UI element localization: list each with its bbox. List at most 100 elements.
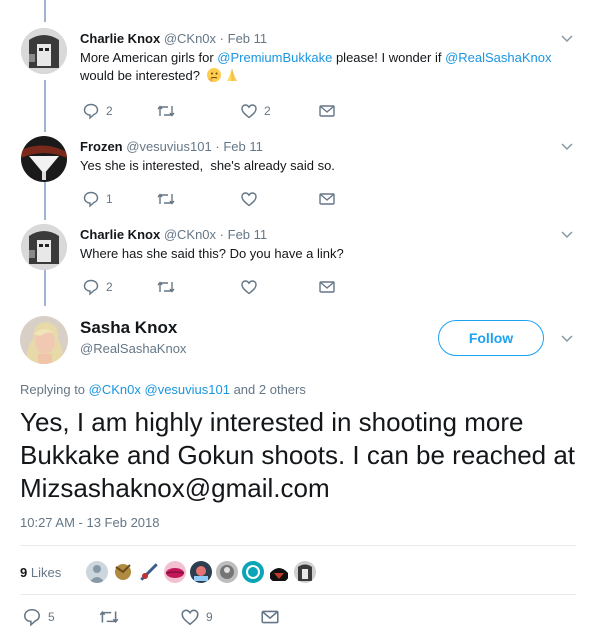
user-handle[interactable]: @CKn0x <box>164 31 216 46</box>
retweet-icon <box>157 281 175 293</box>
text-segment: please! I wonder if <box>332 50 446 65</box>
display-name[interactable]: Charlie Knox <box>80 31 160 46</box>
direct-message-button[interactable] <box>318 278 336 296</box>
likes-row: 9 Likes <box>20 560 320 584</box>
thinking-face-emoji <box>206 67 222 88</box>
likes-label: Likes <box>30 564 62 580</box>
reply-button[interactable]: 2 <box>82 102 113 120</box>
tweet-text: More American girls for @PremiumBukkake … <box>80 49 568 88</box>
user-handle[interactable]: @vesuvius101 <box>126 139 211 154</box>
reply-tweet[interactable]: Frozen @vesuvius101 · Feb 11 Yes she is … <box>0 136 592 216</box>
tweet-date[interactable]: Feb 11 <box>228 227 268 242</box>
like-icon <box>241 192 257 207</box>
tweet-text: Where has she said this? Do you have a l… <box>80 246 344 261</box>
like-button[interactable] <box>240 190 258 208</box>
reply-tweet[interactable]: Charlie Knox @CKn0x · Feb 11 More Americ… <box>0 28 592 128</box>
retweet-button[interactable] <box>156 102 176 120</box>
follow-button[interactable]: Follow <box>438 320 544 356</box>
thread-line <box>44 0 46 22</box>
retweet-icon <box>157 193 175 205</box>
liker-avatar[interactable] <box>138 561 160 583</box>
user-handle[interactable]: @CKn0x <box>164 227 216 242</box>
liker-avatar[interactable] <box>190 561 212 583</box>
chevron-down-icon[interactable] <box>560 230 574 240</box>
separator: · <box>219 31 224 46</box>
like-count: 9 <box>206 610 213 624</box>
mention-link[interactable]: @RealSashaKnox <box>445 50 551 65</box>
dm-icon <box>319 281 335 293</box>
text-segment: would be interested? <box>80 68 200 83</box>
main-display-name[interactable]: Sasha Knox <box>80 318 177 338</box>
like-button[interactable]: 9 <box>180 608 213 626</box>
tweet-header: Charlie Knox @CKn0x · Feb 11 <box>80 226 568 243</box>
separator: · <box>215 139 220 154</box>
praying-hands-emoji <box>224 67 240 88</box>
direct-message-button[interactable] <box>318 102 336 120</box>
reply-button[interactable]: 1 <box>82 190 113 208</box>
replying-prefix: Replying to <box>20 382 89 397</box>
liker-avatar[interactable] <box>294 561 316 583</box>
like-icon <box>241 280 257 295</box>
retweet-button[interactable] <box>156 190 176 208</box>
tweet-date[interactable]: Feb 11 <box>223 139 263 154</box>
reply-icon <box>83 279 99 296</box>
mention-link[interactable]: @CKn0x <box>89 382 141 397</box>
avatar[interactable] <box>21 136 67 182</box>
main-avatar[interactable] <box>20 316 68 364</box>
replying-suffix[interactable]: and 2 others <box>230 382 306 397</box>
chevron-down-icon[interactable] <box>560 142 574 152</box>
retweet-button[interactable] <box>98 608 120 626</box>
main-tweet-text: Yes, I am highly interested in shooting … <box>20 407 576 503</box>
reply-icon <box>83 191 99 208</box>
reply-button[interactable]: 5 <box>22 608 55 627</box>
chevron-down-icon[interactable] <box>560 34 574 44</box>
reply-button[interactable]: 2 <box>82 278 113 296</box>
display-name[interactable]: Charlie Knox <box>80 227 160 242</box>
display-name[interactable]: Frozen <box>80 139 123 154</box>
tweet-text: Yes she is interested, she's already sai… <box>80 158 335 173</box>
mention-link[interactable]: @vesuvius101 <box>145 382 230 397</box>
liker-avatar[interactable] <box>164 561 186 583</box>
reply-icon <box>83 103 99 120</box>
reply-count: 2 <box>106 280 113 294</box>
tweet-header: Charlie Knox @CKn0x · Feb 11 <box>80 30 568 47</box>
liker-avatar[interactable] <box>112 561 134 583</box>
tweet-timestamp[interactable]: 10:27 AM - 13 Feb 2018 <box>20 515 159 530</box>
chevron-down-icon[interactable] <box>560 334 574 344</box>
main-user-handle[interactable]: @RealSashaKnox <box>80 341 186 356</box>
reply-tweet[interactable]: Charlie Knox @CKn0x · Feb 11 Where has s… <box>0 224 592 304</box>
tweet-header: Frozen @vesuvius101 · Feb 11 <box>80 138 568 155</box>
like-icon <box>241 104 257 119</box>
reply-icon <box>23 608 41 627</box>
likes-count[interactable]: 9 Likes <box>20 565 86 580</box>
likes-number: 9 <box>20 564 28 580</box>
dm-icon <box>319 193 335 205</box>
retweet-button[interactable] <box>156 278 176 296</box>
direct-message-button[interactable] <box>260 608 280 626</box>
direct-message-button[interactable] <box>318 190 336 208</box>
liker-avatar[interactable] <box>216 561 238 583</box>
separator: · <box>219 227 224 242</box>
retweet-icon <box>99 610 119 624</box>
like-icon <box>181 609 199 626</box>
avatar[interactable] <box>21 224 67 270</box>
reply-count: 2 <box>106 104 113 118</box>
divider <box>20 594 576 595</box>
tweet-date[interactable]: Feb 11 <box>228 31 268 46</box>
liker-avatar[interactable] <box>242 561 264 583</box>
liker-avatar[interactable] <box>268 561 290 583</box>
like-button[interactable] <box>240 278 258 296</box>
replying-to: Replying to @CKn0x @vesuvius101 and 2 ot… <box>20 382 306 397</box>
reply-count: 5 <box>48 610 55 624</box>
liker-avatar[interactable] <box>86 561 108 583</box>
like-button[interactable]: 2 <box>240 102 271 120</box>
avatar[interactable] <box>21 28 67 74</box>
mention-link[interactable]: @PremiumBukkake <box>217 50 332 65</box>
like-count: 2 <box>264 104 271 118</box>
dm-icon <box>261 610 279 624</box>
retweet-icon <box>157 105 175 117</box>
text-segment: More American girls for <box>80 50 218 65</box>
dm-icon <box>319 105 335 117</box>
divider <box>20 545 576 546</box>
reply-count: 1 <box>106 192 113 206</box>
